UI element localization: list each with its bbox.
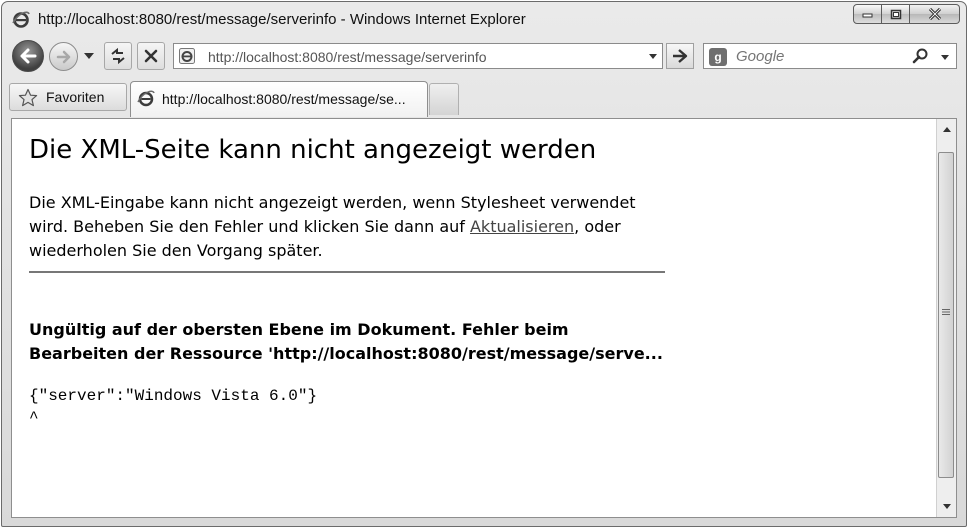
window-controls <box>853 4 960 26</box>
new-tab-button[interactable] <box>429 83 459 115</box>
go-arrow-icon <box>673 49 688 63</box>
tab-bar: Favoriten http://localhost:8080/rest/mes… <box>2 78 966 118</box>
history-dropdown[interactable] <box>82 50 96 62</box>
google-icon: g <box>709 48 727 66</box>
minimize-icon <box>862 13 872 18</box>
error-detail: Ungültig auf der obersten Ebene im Dokum… <box>29 320 663 363</box>
favorites-button[interactable]: Favoriten <box>9 83 127 111</box>
error-message: Die XML-Eingabe kann nicht angezeigt wer… <box>29 191 669 263</box>
favorites-label: Favoriten <box>46 89 105 105</box>
browser-window: http://localhost:8080/rest/message/serve… <box>1 1 967 527</box>
vertical-scrollbar[interactable] <box>936 119 956 517</box>
page-heading: Die XML-Seite kann nicht angezeigt werde… <box>29 135 597 165</box>
refresh-link[interactable]: Aktualisieren <box>470 217 574 236</box>
back-button[interactable] <box>12 40 44 72</box>
xml-error-document: Die XML-Seite kann nicht angezeigt werde… <box>29 135 679 429</box>
ie-page-icon <box>137 90 155 107</box>
star-icon <box>18 88 38 107</box>
maximize-button[interactable] <box>882 4 910 24</box>
arrow-down-icon <box>942 504 951 509</box>
maximize-icon <box>890 9 901 19</box>
navigation-toolbar: g <box>2 38 966 74</box>
forward-arrow-icon <box>56 50 70 63</box>
tab-active[interactable]: http://localhost:8080/rest/message/se... <box>130 81 428 117</box>
search-box[interactable]: g <box>703 43 957 69</box>
arrow-up-icon <box>942 127 951 132</box>
scrollbar-thumb[interactable] <box>938 152 954 478</box>
close-icon <box>928 8 941 20</box>
address-input[interactable] <box>208 49 628 65</box>
window-title: http://localhost:8080/rest/message/serve… <box>38 11 526 28</box>
page-content: Die XML-Seite kann nicht angezeigt werde… <box>11 118 957 518</box>
page-ie-icon <box>179 48 195 64</box>
chevron-down-icon <box>84 53 94 59</box>
search-dropdown[interactable] <box>940 52 950 62</box>
back-arrow-icon <box>20 48 37 64</box>
error-caret: ^ <box>29 409 39 427</box>
minimize-button[interactable] <box>853 4 882 24</box>
stop-button[interactable] <box>137 42 165 70</box>
stop-icon <box>144 49 158 63</box>
tab-label: http://localhost:8080/rest/message/se... <box>162 91 406 107</box>
address-bar[interactable] <box>173 43 663 69</box>
divider <box>29 271 665 273</box>
address-dropdown[interactable] <box>648 51 658 61</box>
go-button[interactable] <box>666 43 694 69</box>
forward-button[interactable] <box>49 42 78 71</box>
chevron-down-icon <box>649 53 657 59</box>
chevron-down-icon <box>941 54 949 60</box>
ie-logo-icon <box>12 11 30 28</box>
scroll-down-button[interactable] <box>937 498 956 515</box>
search-input[interactable] <box>736 48 906 65</box>
close-button[interactable] <box>910 4 960 24</box>
scroll-up-button[interactable] <box>937 121 956 138</box>
refresh-button[interactable] <box>104 42 132 70</box>
search-icon[interactable] <box>912 47 930 65</box>
refresh-icon <box>111 47 125 65</box>
title-bar: http://localhost:8080/rest/message/serve… <box>2 2 966 36</box>
source-line: {"server":"Windows Vista 6.0"} <box>29 387 318 405</box>
grip-icon <box>942 309 950 315</box>
